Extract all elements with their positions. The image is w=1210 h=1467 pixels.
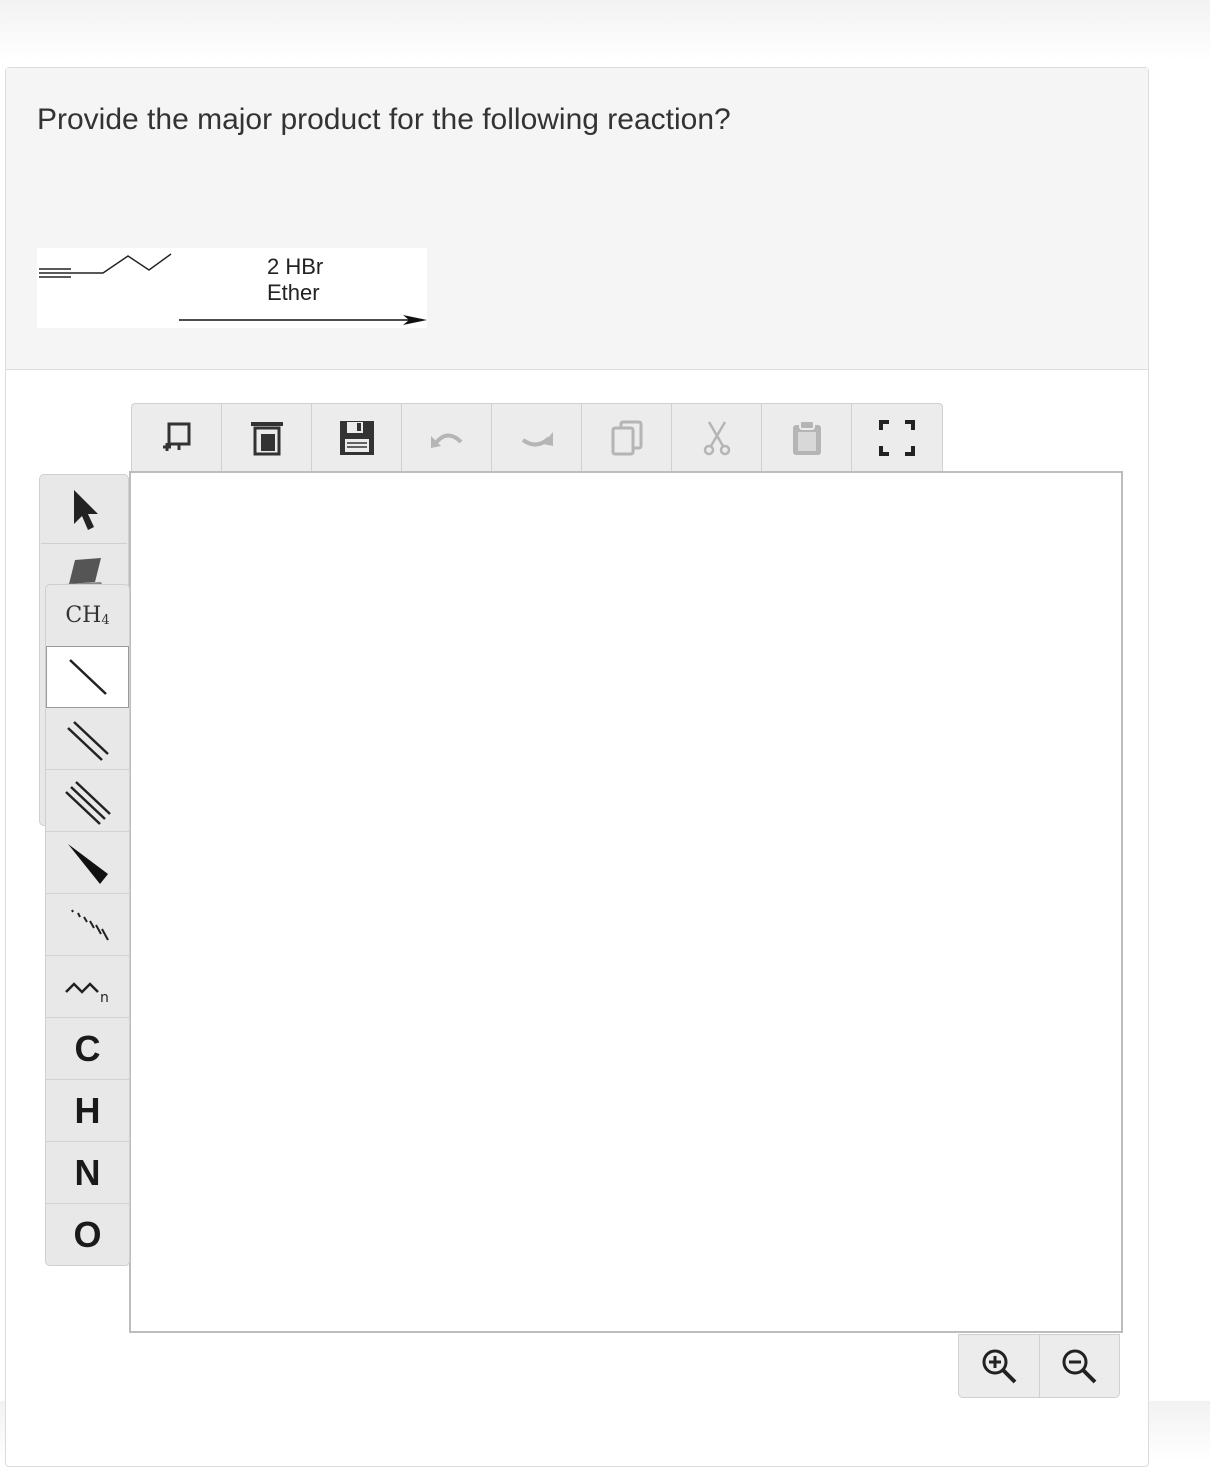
erase-tool-button[interactable] [41, 543, 127, 586]
redo-icon [521, 432, 553, 447]
question-panel: Provide the major product for the follow… [6, 68, 1148, 370]
zoom-in-icon [982, 1349, 1017, 1384]
select-tool-button[interactable] [41, 476, 127, 542]
eraser-icon [63, 558, 103, 586]
delete-all-icon [250, 422, 283, 456]
fullscreen-icon [879, 420, 915, 456]
fullscreen-button[interactable] [852, 404, 942, 472]
copy-button[interactable] [582, 404, 672, 472]
double-bond-icon [66, 720, 109, 761]
cut-icon [703, 421, 730, 456]
reactant-structure [39, 253, 427, 325]
editor-toolbar [131, 403, 943, 472]
atom-carbon-button[interactable]: C [46, 1018, 129, 1080]
triple-bond-button[interactable] [46, 770, 129, 832]
single-bond-button[interactable] [46, 646, 129, 708]
zoom-out-button[interactable] [1040, 1335, 1120, 1397]
reaction-scheme: 2 HBr Ether [37, 248, 427, 328]
ch4-template-button[interactable]: CH4 [46, 585, 129, 647]
chain-tool-button[interactable]: n [46, 956, 129, 1018]
triple-bond-icon [64, 780, 111, 825]
chain-icon: n [64, 981, 109, 1006]
zoom-controls [958, 1334, 1120, 1398]
reagent-line-1: 2 HBr [267, 254, 324, 279]
new-structure-icon [162, 422, 190, 451]
save-icon [339, 421, 374, 455]
paste-button[interactable] [762, 404, 852, 472]
cut-button[interactable] [672, 404, 762, 472]
redo-button[interactable] [492, 404, 582, 472]
reagents-label: 2 HBr Ether [267, 254, 323, 306]
double-bond-button[interactable] [46, 708, 129, 770]
undo-button[interactable] [402, 404, 492, 472]
svg-text:n: n [100, 990, 109, 1006]
question-text: Provide the major product for the follow… [37, 103, 731, 136]
zoom-out-icon [1062, 1349, 1097, 1384]
hash-bond-button[interactable] [46, 894, 129, 956]
undo-icon [430, 433, 462, 448]
copy-icon [611, 420, 642, 456]
wedge-bond-button[interactable] [46, 832, 129, 894]
single-bond-icon [68, 659, 107, 695]
atom-nitrogen-button[interactable]: N [46, 1142, 129, 1204]
drawing-canvas[interactable] [129, 471, 1123, 1333]
atom-nitrogen-label: N [74, 1151, 101, 1193]
save-button[interactable] [312, 404, 402, 472]
structure-tools-bar: CH4 n C H N O [45, 584, 130, 1266]
atom-oxygen-button[interactable]: O [46, 1204, 129, 1265]
zoom-in-button[interactable] [959, 1335, 1040, 1397]
ch4-label: CH4 [65, 603, 110, 628]
wedge-bond-icon [67, 843, 108, 884]
atom-carbon-label: C [74, 1027, 101, 1069]
new-structure-button[interactable] [132, 404, 222, 472]
atom-hydrogen-label: H [74, 1089, 101, 1131]
atom-hydrogen-button[interactable]: H [46, 1080, 129, 1142]
atom-oxygen-label: O [73, 1214, 102, 1255]
delete-all-button[interactable] [222, 404, 312, 472]
reagent-line-2: Ether [267, 280, 320, 305]
hash-bond-icon [70, 909, 109, 940]
paste-icon [792, 420, 821, 455]
arrow-pointer-icon [74, 490, 98, 530]
